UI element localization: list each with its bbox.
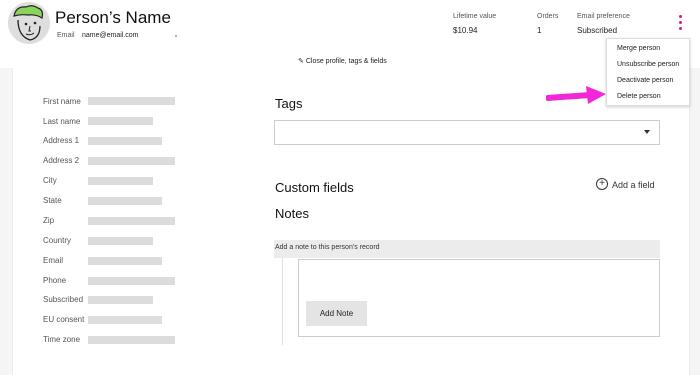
field-label-address-2: Address 2 <box>43 156 80 165</box>
close-profile-label: Close profile, tags & fields <box>305 58 387 65</box>
tags-heading: Tags <box>275 96 303 111</box>
field-label-time-zone: Time zone <box>43 335 81 344</box>
stat-value: $10.94 <box>453 26 478 35</box>
stat-email-preference: Email preference Subscribed <box>577 13 630 35</box>
stat-value: Subscribed <box>577 26 618 35</box>
avatar <box>8 2 50 44</box>
email-label: Email <box>57 32 75 39</box>
stat-label: Lifetime value <box>453 13 497 20</box>
stat-lifetime-value: Lifetime value $10.94 <box>453 13 496 35</box>
field-label-email: Email <box>43 256 64 265</box>
email-value: name@email.com <box>82 32 139 39</box>
field-value-placeholder <box>88 97 175 105</box>
field-label-city: City <box>43 176 57 185</box>
field-label-subscribed: Subscribed <box>43 295 84 304</box>
add-note-button[interactable]: Add Note <box>306 301 367 326</box>
field-value-placeholder <box>88 336 175 344</box>
field-label-first-name: First name <box>43 97 81 106</box>
stat-label: Email preference <box>577 13 630 20</box>
person-actions-menu: Merge person Unsubscribe person Deactiva… <box>606 38 690 106</box>
field-label-address-1: Address 1 <box>43 136 80 145</box>
caret-down-icon <box>644 130 650 134</box>
field-value-placeholder <box>88 117 153 125</box>
annotation-arrow-icon <box>546 86 606 104</box>
field-value-placeholder <box>88 277 175 285</box>
separator-dot <box>175 35 177 37</box>
stat-value: 1 <box>537 26 542 35</box>
field-value-placeholder <box>88 137 162 145</box>
field-label-eu-consent: EU consent <box>43 315 85 324</box>
add-field-label: Add a field <box>612 180 655 190</box>
plus-circle-icon: + <box>596 178 608 190</box>
notes-header-label: Add a note to this person’s record <box>275 244 380 251</box>
field-label-last-name: Last name <box>43 117 81 126</box>
notes-rail <box>282 258 283 345</box>
pencil-icon: ✎ <box>298 58 304 65</box>
field-label-country: Country <box>43 236 72 245</box>
background-right <box>690 68 700 375</box>
menu-item-deactivate-person[interactable]: Deactivate person <box>617 77 673 84</box>
field-value-placeholder <box>88 217 175 225</box>
field-value-placeholder <box>88 296 153 304</box>
kebab-menu-icon[interactable] <box>676 15 686 31</box>
field-label-phone: Phone <box>43 276 67 285</box>
stat-label: Orders <box>537 13 559 20</box>
field-value-placeholder <box>88 316 162 324</box>
field-label-zip: Zip <box>43 216 55 225</box>
field-value-placeholder <box>88 257 162 265</box>
field-value-placeholder <box>88 177 153 185</box>
field-value-placeholder <box>88 197 162 205</box>
menu-item-merge-person[interactable]: Merge person <box>617 45 660 52</box>
avatar-face-icon <box>8 2 50 44</box>
person-name: Person’s Name <box>55 8 171 27</box>
tags-select[interactable] <box>274 120 660 145</box>
menu-item-delete-person[interactable]: Delete person <box>617 93 661 100</box>
close-profile-link[interactable]: ✎ Close profile, tags & fields <box>298 57 387 65</box>
custom-fields-heading: Custom fields <box>275 180 354 195</box>
background-left <box>0 68 12 375</box>
notes-heading: Notes <box>275 206 309 221</box>
field-value-placeholder <box>88 157 175 165</box>
field-value-placeholder <box>88 237 153 245</box>
stat-orders: Orders 1 <box>537 13 558 35</box>
field-label-state: State <box>43 196 62 205</box>
menu-item-unsubscribe-person[interactable]: Unsubscribe person <box>617 61 679 68</box>
